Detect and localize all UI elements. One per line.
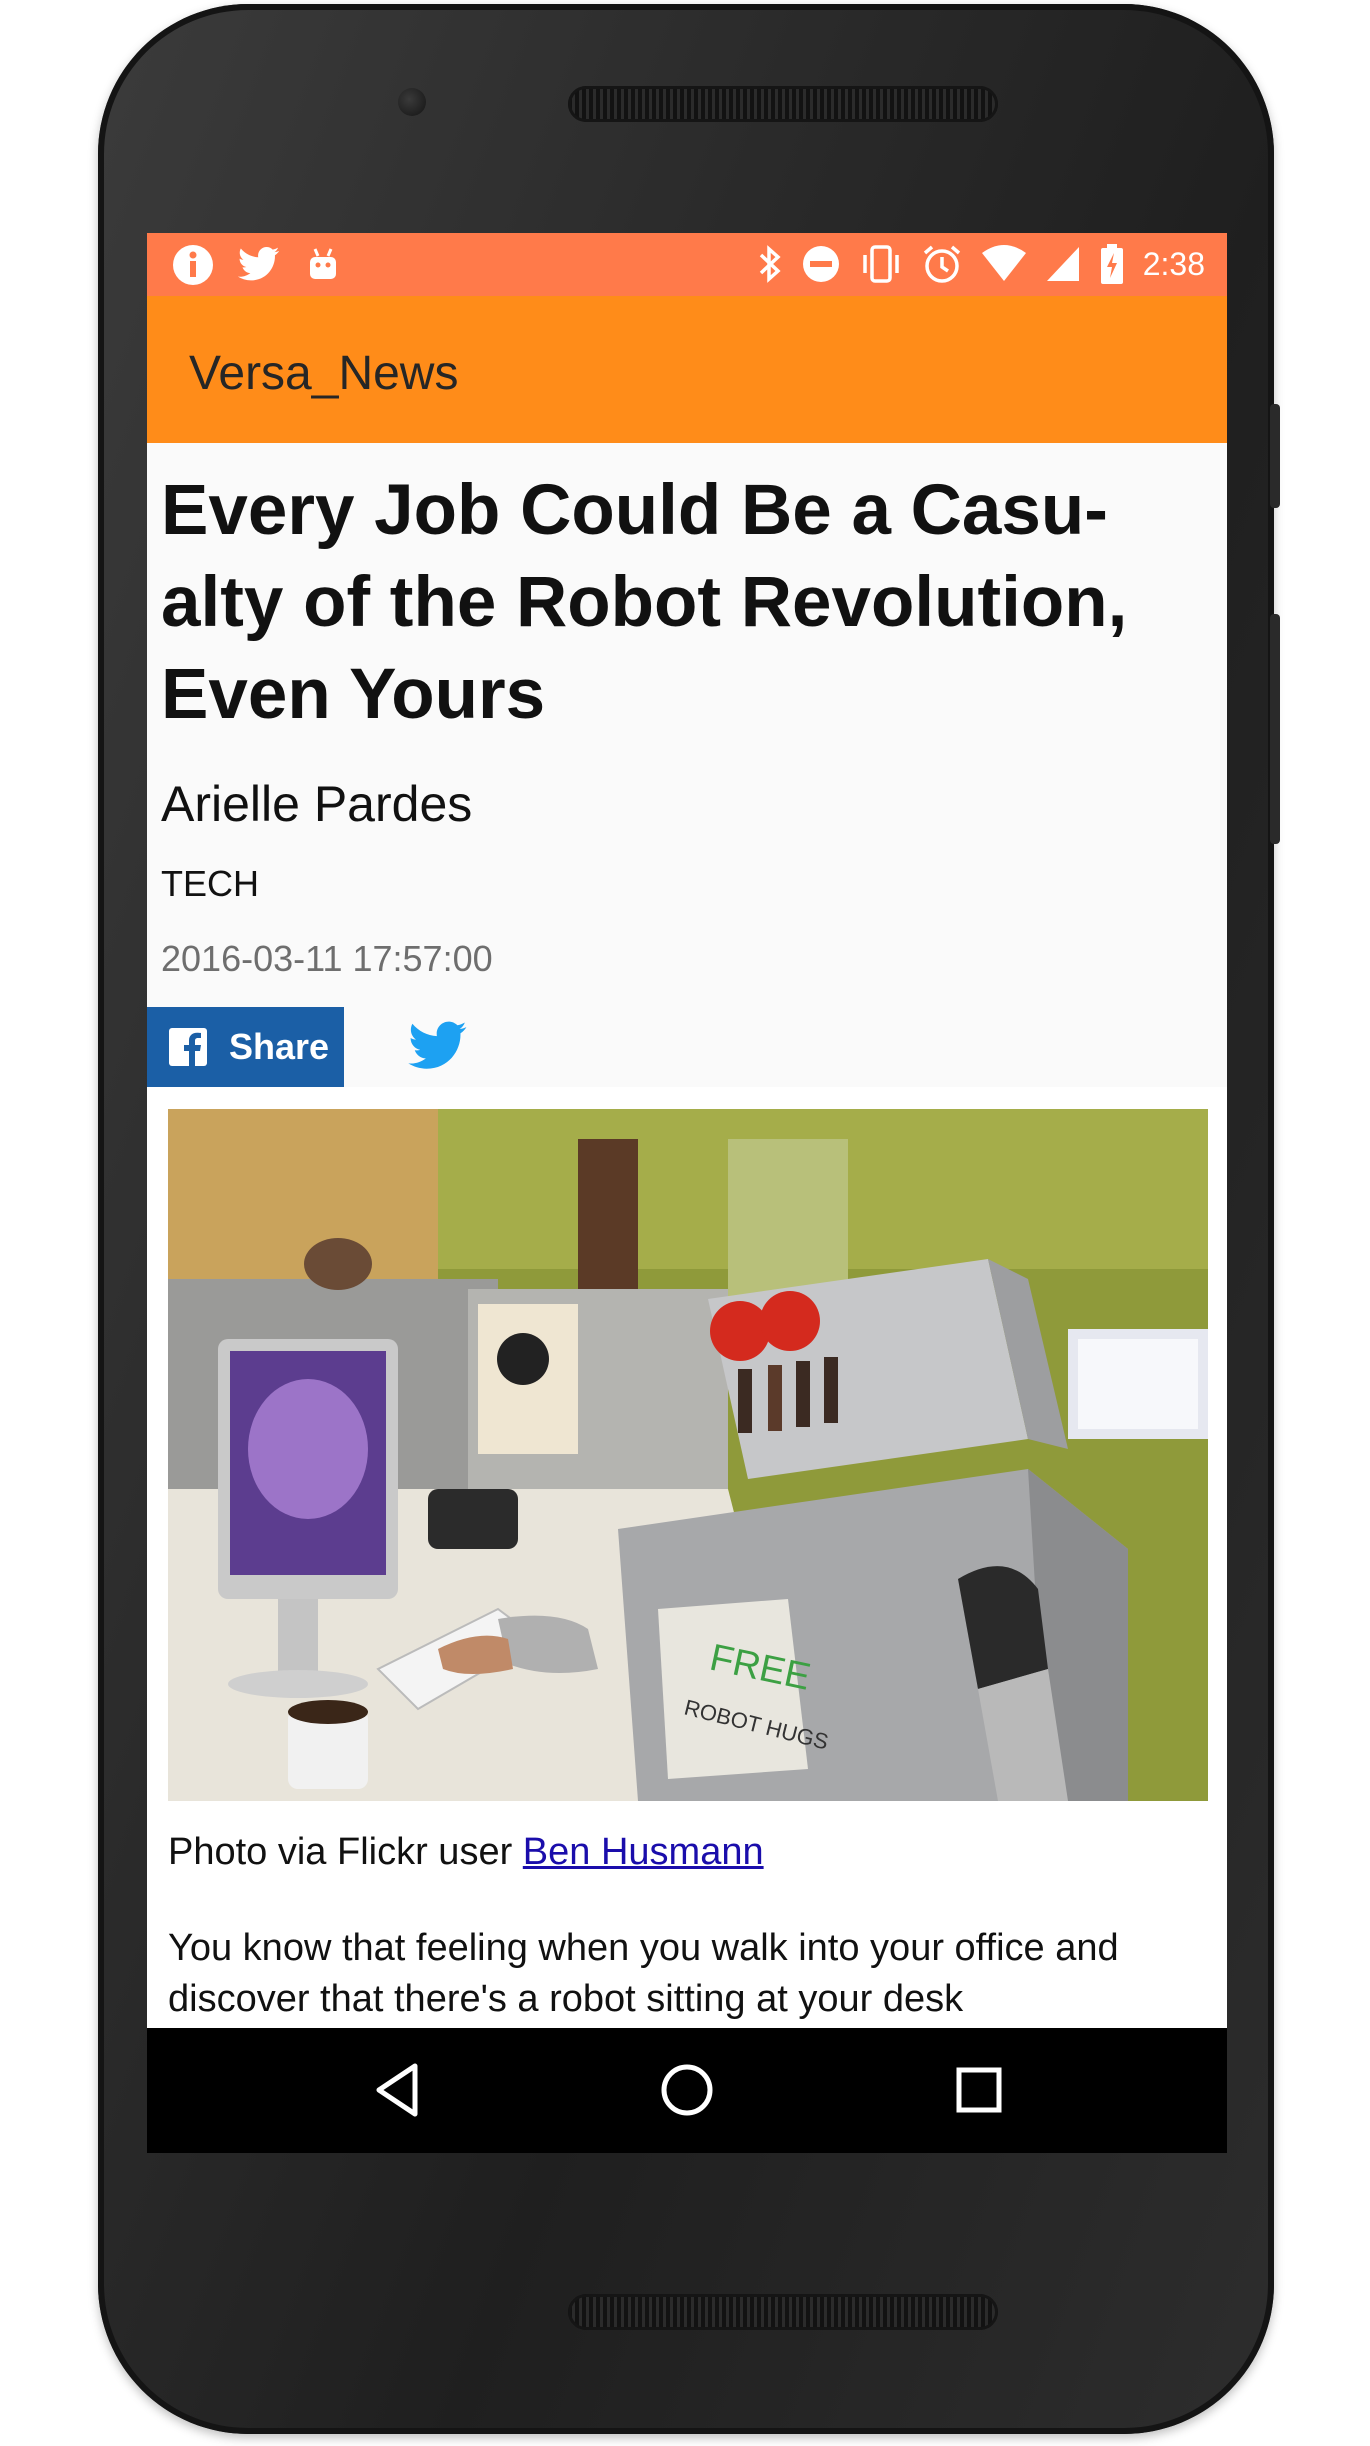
caption-prefix: Photo via Flickr user [168, 1831, 523, 1873]
power-button [1270, 404, 1280, 508]
status-bar: 2:38 [147, 233, 1227, 296]
facebook-share-button[interactable]: Share [147, 1007, 344, 1087]
facebook-share-label: Share [229, 1026, 330, 1067]
info-icon [173, 245, 213, 285]
home-icon[interactable] [655, 2058, 719, 2122]
article-paragraph: You know that feeling when you walk into… [168, 1927, 1119, 2020]
app-title: Versa_News [189, 347, 459, 400]
article-body-card: FREE ROBOT HUGS Photo via Flickr user Be… [147, 1087, 1227, 2028]
do-not-disturb-icon [802, 246, 839, 282]
wifi-icon [981, 245, 1026, 281]
article-headline: Every Job Could Be a Casu-alty of the Ro… [161, 471, 1128, 734]
app-bar: Versa_News [147, 296, 1227, 443]
recents-icon[interactable] [947, 2058, 1011, 2122]
bottom-speaker [568, 2294, 998, 2330]
front-camera [398, 88, 426, 116]
article-content[interactable]: Every Job Could Be a Casu-alty of the Ro… [147, 443, 1227, 2028]
photographer-link[interactable]: Ben Husmann [523, 1831, 764, 1873]
photo-caption: Photo via Flickr user Ben Husmann [168, 1831, 764, 1874]
facebook-icon [169, 1028, 207, 1066]
bluetooth-icon [759, 245, 781, 283]
navigation-bar [147, 2028, 1227, 2153]
twitter-notification-icon [237, 247, 280, 281]
alarm-icon [923, 245, 960, 283]
status-time: 2:38 [1142, 245, 1205, 282]
phone-screen: 2:38 Versa_News Every Job Could Be a Cas… [147, 233, 1227, 2153]
battery-charging-icon [1100, 244, 1123, 284]
volume-button [1270, 614, 1280, 844]
article-photo: FREE ROBOT HUGS [168, 1109, 1208, 1801]
vibrate-icon [862, 245, 899, 283]
android-icon [310, 248, 336, 279]
back-icon[interactable] [365, 2058, 429, 2122]
twitter-share-button[interactable] [407, 1017, 469, 1077]
article-author: Arielle Pardes [161, 776, 473, 832]
article-date: 2016-03-11 17:57:00 [161, 938, 493, 979]
signal-icon [1046, 247, 1079, 281]
top-speaker [568, 86, 998, 122]
article-category: TECH [161, 863, 259, 904]
